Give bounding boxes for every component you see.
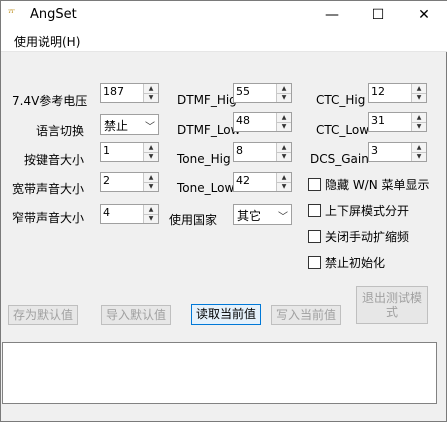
spin-arrows[interactable]: ▲ ▼ [143,205,158,223]
exit-test-mode-button[interactable]: 退出测试模 式 [356,286,428,324]
label-dcs-gain: DCS_Gain [310,152,369,166]
spin-down-icon[interactable]: ▼ [412,93,426,102]
value: 187 [103,85,124,98]
spin-arrows[interactable]: ▲ ▼ [411,84,426,102]
label-narrow-volume: 窄带声音大小 [12,211,85,225]
spin-tone-low[interactable]: 42 ▲ ▼ [233,172,292,192]
close-icon: ✕ [418,7,430,23]
checkbox-split-screen[interactable]: 上下屏模式分开 [308,202,409,219]
chevron-down-icon: ﹀ [145,122,155,133]
label-dtmf-hig: DTMF_Hig [177,93,237,107]
checkbox-box[interactable] [308,230,321,243]
spin-ctc-low[interactable]: 31 ▲ ▼ [368,112,427,132]
label-wide-volume: 宽带声音大小 [12,182,85,196]
maximize-icon: ☐ [371,7,385,23]
save-default-button[interactable]: 存为默认值 [8,305,78,325]
spin-down-icon[interactable]: ▼ [144,214,158,223]
spin-tone-hig[interactable]: 8 ▲ ▼ [233,142,292,162]
value: 48 [236,114,250,127]
spin-ctc-hig[interactable]: 12 ▲ ▼ [368,83,427,103]
spin-arrows[interactable]: ▲ ▼ [276,143,291,161]
label-language: 语言切换 [36,124,85,138]
spin-arrows[interactable]: ▲ ▼ [143,173,158,191]
write-current-button[interactable]: 写入当前值 [271,305,341,325]
spin-narrow-volume[interactable]: 4 ▲ ▼ [100,204,159,224]
label-tone-low: Tone_Low [177,181,235,195]
checkbox-label: 隐藏 W/N 菜单显示 [325,178,430,192]
label-country: 使用国家 [169,213,218,227]
label-7v4-ref: 7.4V参考电压 [12,94,88,108]
menu-help[interactable]: 使用说明(H) [14,33,80,50]
checkbox-box[interactable] [308,204,321,217]
value: 55 [236,85,250,98]
app-icon: ᵀᵀ [8,9,14,19]
spin-arrows[interactable]: ▲ ▼ [276,173,291,191]
value: 禁止 [104,119,129,133]
spin-down-icon[interactable]: ▼ [277,182,291,191]
checkbox-label: 禁止初始化 [325,256,386,270]
value: 8 [236,144,243,157]
combo-language[interactable]: 禁止 ﹀ [100,114,159,135]
checkbox-disable-init[interactable]: 禁止初始化 [308,254,385,271]
spin-down-icon[interactable]: ▼ [412,152,426,161]
value: 2 [103,174,110,187]
spin-down-icon[interactable]: ▼ [144,93,158,102]
maximize-button[interactable]: ☐ [355,1,401,29]
spin-down-icon[interactable]: ▼ [277,93,291,102]
spin-dtmf-hig[interactable]: 55 ▲ ▼ [233,83,292,103]
import-default-button[interactable]: 导入默认值 [101,305,171,325]
spin-down-icon[interactable]: ▼ [277,152,291,161]
app-window: ᵀᵀ AngSet — ☐ ✕ 使用说明(H) 7.4V参考电压 187 ▲ ▼ … [0,0,447,422]
spin-dtmf-low[interactable]: 48 ▲ ▼ [233,112,292,132]
spin-arrows[interactable]: ▲ ▼ [276,113,291,131]
spin-down-icon[interactable]: ▼ [144,152,158,161]
value: 3 [371,144,378,157]
spin-down-icon[interactable]: ▼ [144,182,158,191]
label-tone-hig: Tone_Hig [177,152,231,166]
window-title: AngSet [30,7,77,22]
minimize-icon: — [325,7,339,23]
spin-dcs-gain[interactable]: 3 ▲ ▼ [368,142,427,162]
combo-country[interactable]: 其它 ﹀ [233,204,292,225]
value: 42 [236,174,250,187]
checkbox-disable-manual-freq[interactable]: 关闭手动扩缩频 [308,228,409,245]
spin-arrows[interactable]: ▲ ▼ [143,143,158,161]
value: 31 [371,114,385,127]
spin-arrows[interactable]: ▲ ▼ [276,84,291,102]
minimize-button[interactable]: — [309,1,355,29]
checkbox-box[interactable] [308,256,321,269]
value: 其它 [237,209,262,223]
spin-arrows[interactable]: ▲ ▼ [411,143,426,161]
chevron-down-icon: ﹀ [278,212,288,223]
checkbox-box[interactable] [308,178,321,191]
label-ctc-low: CTC_Low [316,123,370,137]
value: 4 [103,206,110,219]
value: 1 [103,144,110,157]
read-current-button[interactable]: 读取当前值 [191,304,261,325]
checkbox-hide-wn-menu[interactable]: 隐藏 W/N 菜单显示 [308,176,430,193]
spin-arrows[interactable]: ▲ ▼ [411,113,426,131]
menu-bar: 使用说明(H) [1,29,447,52]
checkbox-label: 上下屏模式分开 [325,204,410,218]
spin-down-icon[interactable]: ▼ [277,122,291,131]
title-bar: ᵀᵀ AngSet — ☐ ✕ [1,1,447,29]
label-ctc-hig: CTC_Hig [316,93,366,107]
spin-down-icon[interactable]: ▼ [412,122,426,131]
spin-7v4-ref[interactable]: 187 ▲ ▼ [100,83,159,103]
value: 12 [371,85,385,98]
spin-arrows[interactable]: ▲ ▼ [143,84,158,102]
label-key-volume: 按键音大小 [24,153,85,167]
close-button[interactable]: ✕ [401,1,447,29]
exit-test-label-line1: 退出测试模 [361,291,422,305]
spin-wide-volume[interactable]: 2 ▲ ▼ [100,172,159,192]
exit-test-label-line2: 式 [385,305,398,319]
spin-key-volume[interactable]: 1 ▲ ▼ [100,142,159,162]
label-dtmf-low: DTMF_Low [177,123,241,137]
checkbox-label: 关闭手动扩缩频 [325,230,410,244]
output-textarea[interactable] [2,342,437,404]
